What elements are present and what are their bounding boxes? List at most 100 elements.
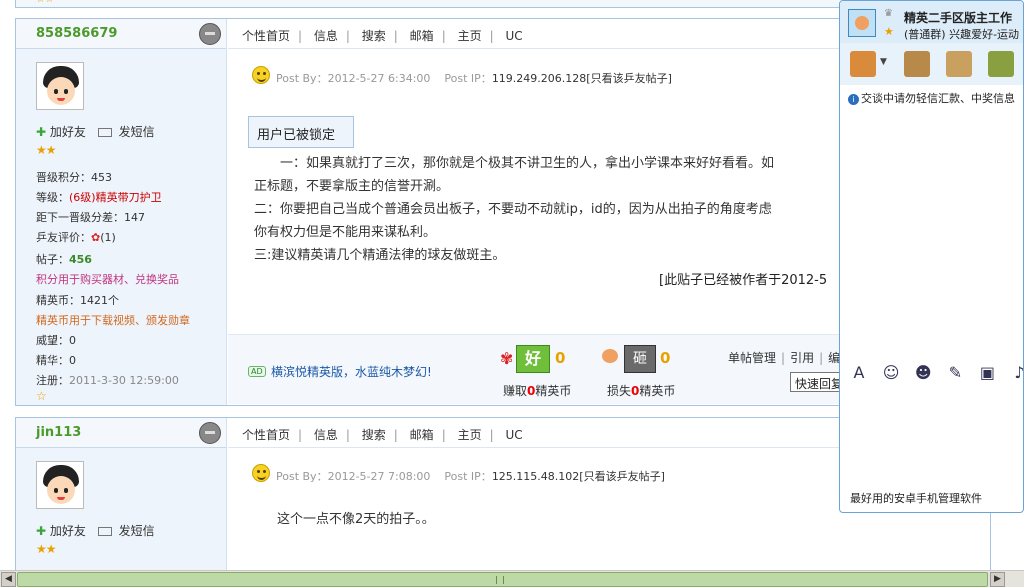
scrollbar-thumb[interactable] <box>17 572 988 587</box>
user-actions: ✚ 加好友 发短信 <box>36 522 155 539</box>
rank-stars: ★★ <box>36 143 56 157</box>
scroll-right-button[interactable]: ▶ <box>990 572 1005 587</box>
page: ☆☆ 858586679 ✚ 加好友 发短信 ★★ 晋级积分：453 等级：(6… <box>0 0 1024 588</box>
smile-icon <box>252 66 270 84</box>
chevron-down-icon[interactable]: ▼ <box>880 57 887 67</box>
level-link[interactable]: (6级)精英带刀护卫 <box>69 191 162 204</box>
vertical-scroll-corner <box>991 513 1024 570</box>
horizontal-scrollbar[interactable]: ◀ ▶ <box>0 570 1024 587</box>
video-icon[interactable] <box>988 51 1014 77</box>
group-avatar-icon <box>848 9 876 37</box>
star-icon: ★ <box>884 25 894 38</box>
shield-icon: i <box>848 94 859 105</box>
user-sidebar: 858586679 ✚ 加好友 发短信 ★★ 晋级积分：453 等级：(6级)精… <box>16 19 227 405</box>
scroll-left-button[interactable]: ◀ <box>1 572 16 587</box>
mail-icon <box>97 527 112 536</box>
add-friend-button[interactable]: 加好友 <box>50 125 86 139</box>
add-friend-icon: ✚ <box>36 125 47 139</box>
manage-post-link[interactable]: 单帖管理 <box>728 351 776 365</box>
rank-stars: ★★ <box>36 542 56 556</box>
qq-ad-link[interactable]: 最好用的安卓手机管理软件 <box>850 490 982 506</box>
folder-icon[interactable] <box>904 51 930 77</box>
flower-icon: ✿ <box>91 231 101 244</box>
quote-link[interactable]: 引用 <box>790 351 814 365</box>
offline-status-icon <box>199 422 221 444</box>
nav-homepage[interactable]: 个性首页 <box>242 428 290 442</box>
good-vote-button[interactable]: 好 <box>516 345 550 373</box>
nav-homepage[interactable]: 个性首页 <box>242 29 290 43</box>
offline-status-icon <box>199 23 221 45</box>
nav-info[interactable]: 信息 <box>314 29 338 43</box>
add-friend-button[interactable]: 加好友 <box>50 524 86 538</box>
rose-icon: ✾ <box>500 349 514 368</box>
post-content: 这个一点不像2天的拍子。。 <box>277 512 435 527</box>
bad-vote-button[interactable]: 砸 <box>624 345 656 373</box>
coins: 精英币：1421个 <box>36 294 119 307</box>
post-content: 一：如果真就打了三次，那你就是个极其不讲卫生的人，拿出小学课本来好好看看。如 正… <box>254 156 775 263</box>
earn-label: 赚取0精英币 <box>503 384 572 398</box>
rating: 乒友评价：✿(1) <box>36 231 116 244</box>
nav-search[interactable]: 搜索 <box>362 29 386 43</box>
avatar[interactable] <box>36 62 84 110</box>
edited-note: [此贴子已经被作者于2012-5 <box>659 273 828 288</box>
post-meta: Post By：2012-5-27 7:08:00 Post IP：125.11… <box>276 470 665 483</box>
home-icon[interactable] <box>850 51 876 77</box>
medal-icon: ☆ <box>36 389 47 403</box>
username-bar: jin113 <box>16 418 226 448</box>
send-message-button[interactable]: 发短信 <box>119 524 155 538</box>
security-notice: i 交谈中请勿轻信汇款、中奖信息 <box>848 90 1015 106</box>
level: 等级：(6级)精英带刀护卫 <box>36 191 162 204</box>
nav-info[interactable]: 信息 <box>314 428 338 442</box>
chat-tools: A ☺ ☻ ✎ ▣ ♪ ✂ <box>848 363 1023 382</box>
smile-icon <box>252 464 270 482</box>
post-meta: Post By：2012-5-27 6:34:00 Post IP：119.24… <box>276 72 672 85</box>
only-this-user-link[interactable]: [只看该乒友帖子] <box>586 72 672 85</box>
photo-icon[interactable] <box>946 51 972 77</box>
username-bar: 858586679 <box>16 19 226 49</box>
next-level: 距下一晋级分差：147 <box>36 211 145 224</box>
prestige: 威望：0 <box>36 334 76 347</box>
font-icon[interactable]: A <box>848 363 870 382</box>
edit-icon[interactable]: ✎ <box>944 363 966 382</box>
locked-notice: 用户已被锁定 <box>248 116 354 148</box>
only-this-user-link[interactable]: [只看该乒友帖子] <box>579 470 665 483</box>
lose-label: 损失0精英币 <box>607 384 676 398</box>
promo-points: 晋级积分：453 <box>36 171 112 184</box>
qq-header: ♛ ★ 精英二手区版主工作 (普通群) 兴趣爱好-运动 <box>840 1 1023 43</box>
nav-home[interactable]: 主页 <box>458 428 482 442</box>
nav-mailbox[interactable]: 邮箱 <box>410 29 434 43</box>
post-management: 单帖管理 | 引用 | 编 <box>728 351 841 365</box>
image-icon[interactable]: ▣ <box>976 363 998 382</box>
essence: 精华：0 <box>36 354 76 367</box>
good-count: 0 <box>555 349 566 367</box>
username-link[interactable]: jin113 <box>36 425 81 440</box>
avatar[interactable] <box>36 461 84 509</box>
face-icon[interactable]: ☻ <box>912 363 934 382</box>
qq-subtitle: (普通群) 兴趣爱好-运动 <box>904 28 1020 41</box>
nav-uc[interactable]: UC <box>505 428 522 442</box>
post-count: 帖子：456 <box>36 253 92 266</box>
register-date: 注册：2011-3-30 12:59:00 <box>36 374 179 387</box>
coins-note-link[interactable]: 精英币用于下载视频、颁发勋章 <box>36 312 190 328</box>
emoji-icon[interactable]: ☺ <box>880 363 902 382</box>
bad-count: 0 <box>660 349 671 367</box>
user-actions: ✚ 加好友 发短信 <box>36 123 155 140</box>
nav-uc[interactable]: UC <box>505 29 522 43</box>
qq-toolbar: ▼ <box>840 43 1023 85</box>
music-icon[interactable]: ♪ <box>1008 363 1023 382</box>
add-friend-icon: ✚ <box>36 524 47 538</box>
ad-link[interactable]: 横滨悦精英版，水蓝纯木梦幻! <box>271 363 432 380</box>
send-message-button[interactable]: 发短信 <box>119 125 155 139</box>
ad-tag: AD <box>248 366 266 377</box>
points-note-link[interactable]: 积分用于购买器材、兑换奖品 <box>36 271 179 287</box>
qq-title: 精英二手区版主工作 <box>904 11 1013 25</box>
qq-chat-window[interactable]: ♛ ★ 精英二手区版主工作 (普通群) 兴趣爱好-运动 ▼ i 交谈中请勿轻信汇款… <box>839 0 1024 513</box>
nav-home[interactable]: 主页 <box>458 29 482 43</box>
pig-icon <box>602 349 618 363</box>
user-sidebar: jin113 ✚ 加好友 发短信 ★★ <box>16 418 227 577</box>
rank-stars: ☆☆ <box>36 0 54 5</box>
username-link[interactable]: 858586679 <box>36 26 117 41</box>
nav-mailbox[interactable]: 邮箱 <box>410 428 434 442</box>
nav-search[interactable]: 搜索 <box>362 428 386 442</box>
crown-icon: ♛ <box>884 8 893 19</box>
